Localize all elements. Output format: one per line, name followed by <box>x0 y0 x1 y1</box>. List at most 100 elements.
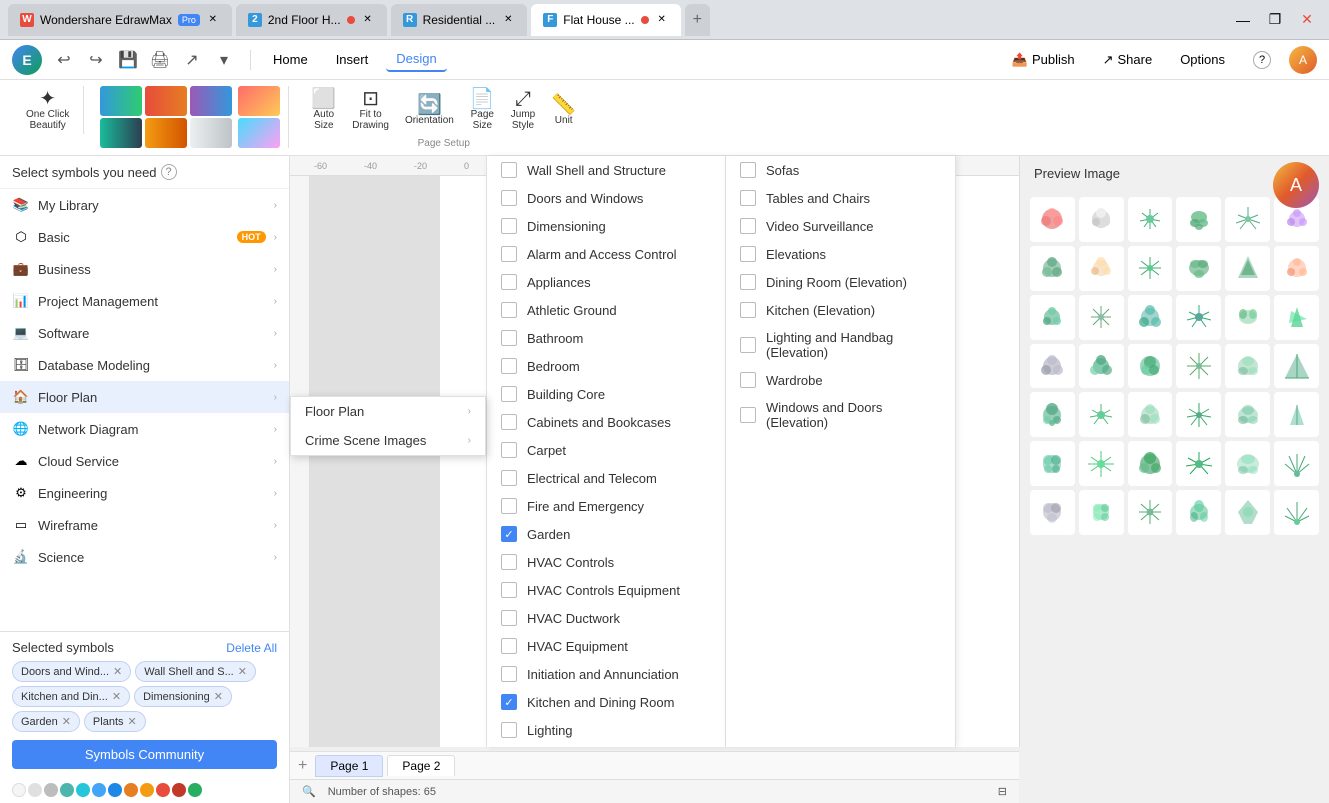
design-tab[interactable]: Design <box>386 47 446 72</box>
check-tables[interactable] <box>740 190 756 206</box>
restore-btn[interactable]: ❐ <box>1261 6 1289 34</box>
checklist-dimensioning[interactable]: Dimensioning <box>487 212 725 240</box>
one-click-beautify-btn[interactable]: ✦ One ClickBeautify <box>20 86 75 134</box>
checklist-hvac-equipment[interactable]: HVAC Equipment <box>487 632 725 660</box>
new-tab-btn[interactable]: + <box>685 4 710 36</box>
check-init[interactable] <box>501 666 517 682</box>
nav-item-software[interactable]: 💻 Software › <box>0 317 289 349</box>
checklist-cabinets[interactable]: Cabinets and Bookcases <box>487 408 725 436</box>
orientation-btn[interactable]: 🔄 Orientation <box>399 92 460 129</box>
export-btn[interactable]: ↗ <box>178 46 206 74</box>
checklist-hvac-controls[interactable]: HVAC Controls <box>487 548 725 576</box>
insert-tab[interactable]: Insert <box>326 48 379 71</box>
checklist-dining-elevation[interactable]: Dining Room (Elevation) <box>726 268 955 296</box>
color-blue-light[interactable] <box>92 783 106 797</box>
check-cabinets[interactable] <box>501 414 517 430</box>
options-btn[interactable]: Options <box>1170 48 1235 71</box>
check-dining-el[interactable] <box>740 274 756 290</box>
nav-item-project-management[interactable]: 📊 Project Management › <box>0 285 289 317</box>
color-gray-2[interactable] <box>44 783 58 797</box>
print-btn[interactable]: 🖨 <box>146 46 174 74</box>
checklist-electrical[interactable]: Electrical and Telecom <box>487 464 725 492</box>
user-profile-btn[interactable]: A <box>1273 162 1319 208</box>
checklist-sofas[interactable]: Sofas <box>726 156 955 184</box>
auto-size-btn[interactable]: ⬜ AutoSize <box>305 86 342 134</box>
theme-option-1[interactable] <box>100 86 142 116</box>
tab-2-close[interactable]: ✕ <box>361 13 375 27</box>
user-avatar[interactable]: A <box>1289 46 1317 74</box>
close-btn[interactable]: ✕ <box>1293 6 1321 34</box>
minimize-btn[interactable]: — <box>1229 6 1257 34</box>
checklist-garden[interactable]: ✓ Garden <box>487 520 725 548</box>
nav-item-basic[interactable]: ⬡ Basic HOT › <box>0 221 289 253</box>
crime-scene-dropdown-item[interactable]: Crime Scene Images › <box>291 426 485 455</box>
checklist-athletic[interactable]: Athletic Ground <box>487 296 725 324</box>
color-yellow[interactable] <box>140 783 154 797</box>
theme-option-7[interactable] <box>238 86 280 116</box>
color-blue[interactable] <box>108 783 122 797</box>
checklist-bedroom[interactable]: Bedroom <box>487 352 725 380</box>
add-page-btn[interactable]: + <box>298 757 307 775</box>
color-cyan[interactable] <box>76 783 90 797</box>
check-hvac-ctrl[interactable] <box>501 554 517 570</box>
browser-tab-1[interactable]: W Wondershare EdrawMax Pro ✕ <box>8 4 232 36</box>
check-fire[interactable] <box>501 498 517 514</box>
check-alarm[interactable] <box>501 246 517 262</box>
check-bedroom[interactable] <box>501 358 517 374</box>
check-wall-shell[interactable] <box>501 162 517 178</box>
check-appliances[interactable] <box>501 274 517 290</box>
checklist-lighting[interactable]: Lighting <box>487 716 725 744</box>
tag-wall-close[interactable]: ✕ <box>238 665 247 678</box>
theme-option-6[interactable] <box>190 118 232 148</box>
tag-doors-close[interactable]: ✕ <box>113 665 122 678</box>
color-teal[interactable] <box>60 783 74 797</box>
check-doors[interactable] <box>501 190 517 206</box>
checklist-appliances[interactable]: Appliances <box>487 268 725 296</box>
tag-garden-close[interactable]: ✕ <box>62 715 71 728</box>
checklist-carpet[interactable]: Carpet <box>487 436 725 464</box>
unit-btn[interactable]: 📏 Unit <box>545 92 582 129</box>
nav-item-cloud-service[interactable]: ☁ Cloud Service › <box>0 445 289 477</box>
checklist-hvac-ductwork[interactable]: HVAC Ductwork <box>487 604 725 632</box>
checklist-fire[interactable]: Fire and Emergency <box>487 492 725 520</box>
check-dim[interactable] <box>501 218 517 234</box>
checklist-lighting-handbag[interactable]: Lighting and Handbag (Elevation) <box>726 324 955 366</box>
nav-item-network[interactable]: 🌐 Network Diagram › <box>0 413 289 445</box>
check-bathroom[interactable] <box>501 330 517 346</box>
checklist-kitchen[interactable]: ✓ Kitchen and Dining Room <box>487 688 725 716</box>
theme-option-4[interactable] <box>100 118 142 148</box>
home-tab[interactable]: Home <box>263 48 318 71</box>
checklist-bathroom[interactable]: Bathroom <box>487 324 725 352</box>
browser-tab-3[interactable]: R Residential ... ✕ <box>391 4 528 36</box>
color-gray-1[interactable] <box>28 783 42 797</box>
checklist-doors-windows[interactable]: Doors and Windows <box>487 184 725 212</box>
check-hvac-eq2[interactable] <box>501 582 517 598</box>
tag-dim-close[interactable]: ✕ <box>214 690 223 703</box>
jump-style-btn[interactable]: ⤢ JumpStyle <box>505 86 541 134</box>
checklist-kitchen-elevation[interactable]: Kitchen (Elevation) <box>726 296 955 324</box>
check-lighting[interactable] <box>501 722 517 738</box>
undo-btn[interactable]: ↩ <box>50 46 78 74</box>
checklist-elevations[interactable]: Elevations <box>726 240 955 268</box>
check-building[interactable] <box>501 386 517 402</box>
check-hvac-eq[interactable] <box>501 638 517 654</box>
save-btn[interactable]: 💾 <box>114 46 142 74</box>
nav-item-wireframe[interactable]: ▭ Wireframe › <box>0 509 289 541</box>
theme-option-8[interactable] <box>238 118 280 148</box>
check-garden[interactable]: ✓ <box>501 526 517 542</box>
publish-btn[interactable]: 📤Publish <box>1002 48 1085 72</box>
check-wardrobe[interactable] <box>740 372 756 388</box>
nav-item-database[interactable]: 🗄 Database Modeling › <box>0 349 289 381</box>
check-lighting-el[interactable] <box>740 337 756 353</box>
symbols-community-btn[interactable]: Symbols Community <box>12 740 277 769</box>
browser-tab-2[interactable]: 2 2nd Floor H... ✕ <box>236 4 387 36</box>
color-green[interactable] <box>188 783 202 797</box>
browser-tab-4[interactable]: F Flat House ... ✕ <box>531 4 680 36</box>
tag-plants-close[interactable]: ✕ <box>128 715 137 728</box>
color-red-dark[interactable] <box>172 783 186 797</box>
color-orange[interactable] <box>124 783 138 797</box>
tab-3-close[interactable]: ✕ <box>501 13 515 27</box>
check-video[interactable] <box>740 218 756 234</box>
nav-item-engineering[interactable]: ⚙ Engineering › <box>0 477 289 509</box>
help-icon[interactable]: ? <box>161 164 177 180</box>
